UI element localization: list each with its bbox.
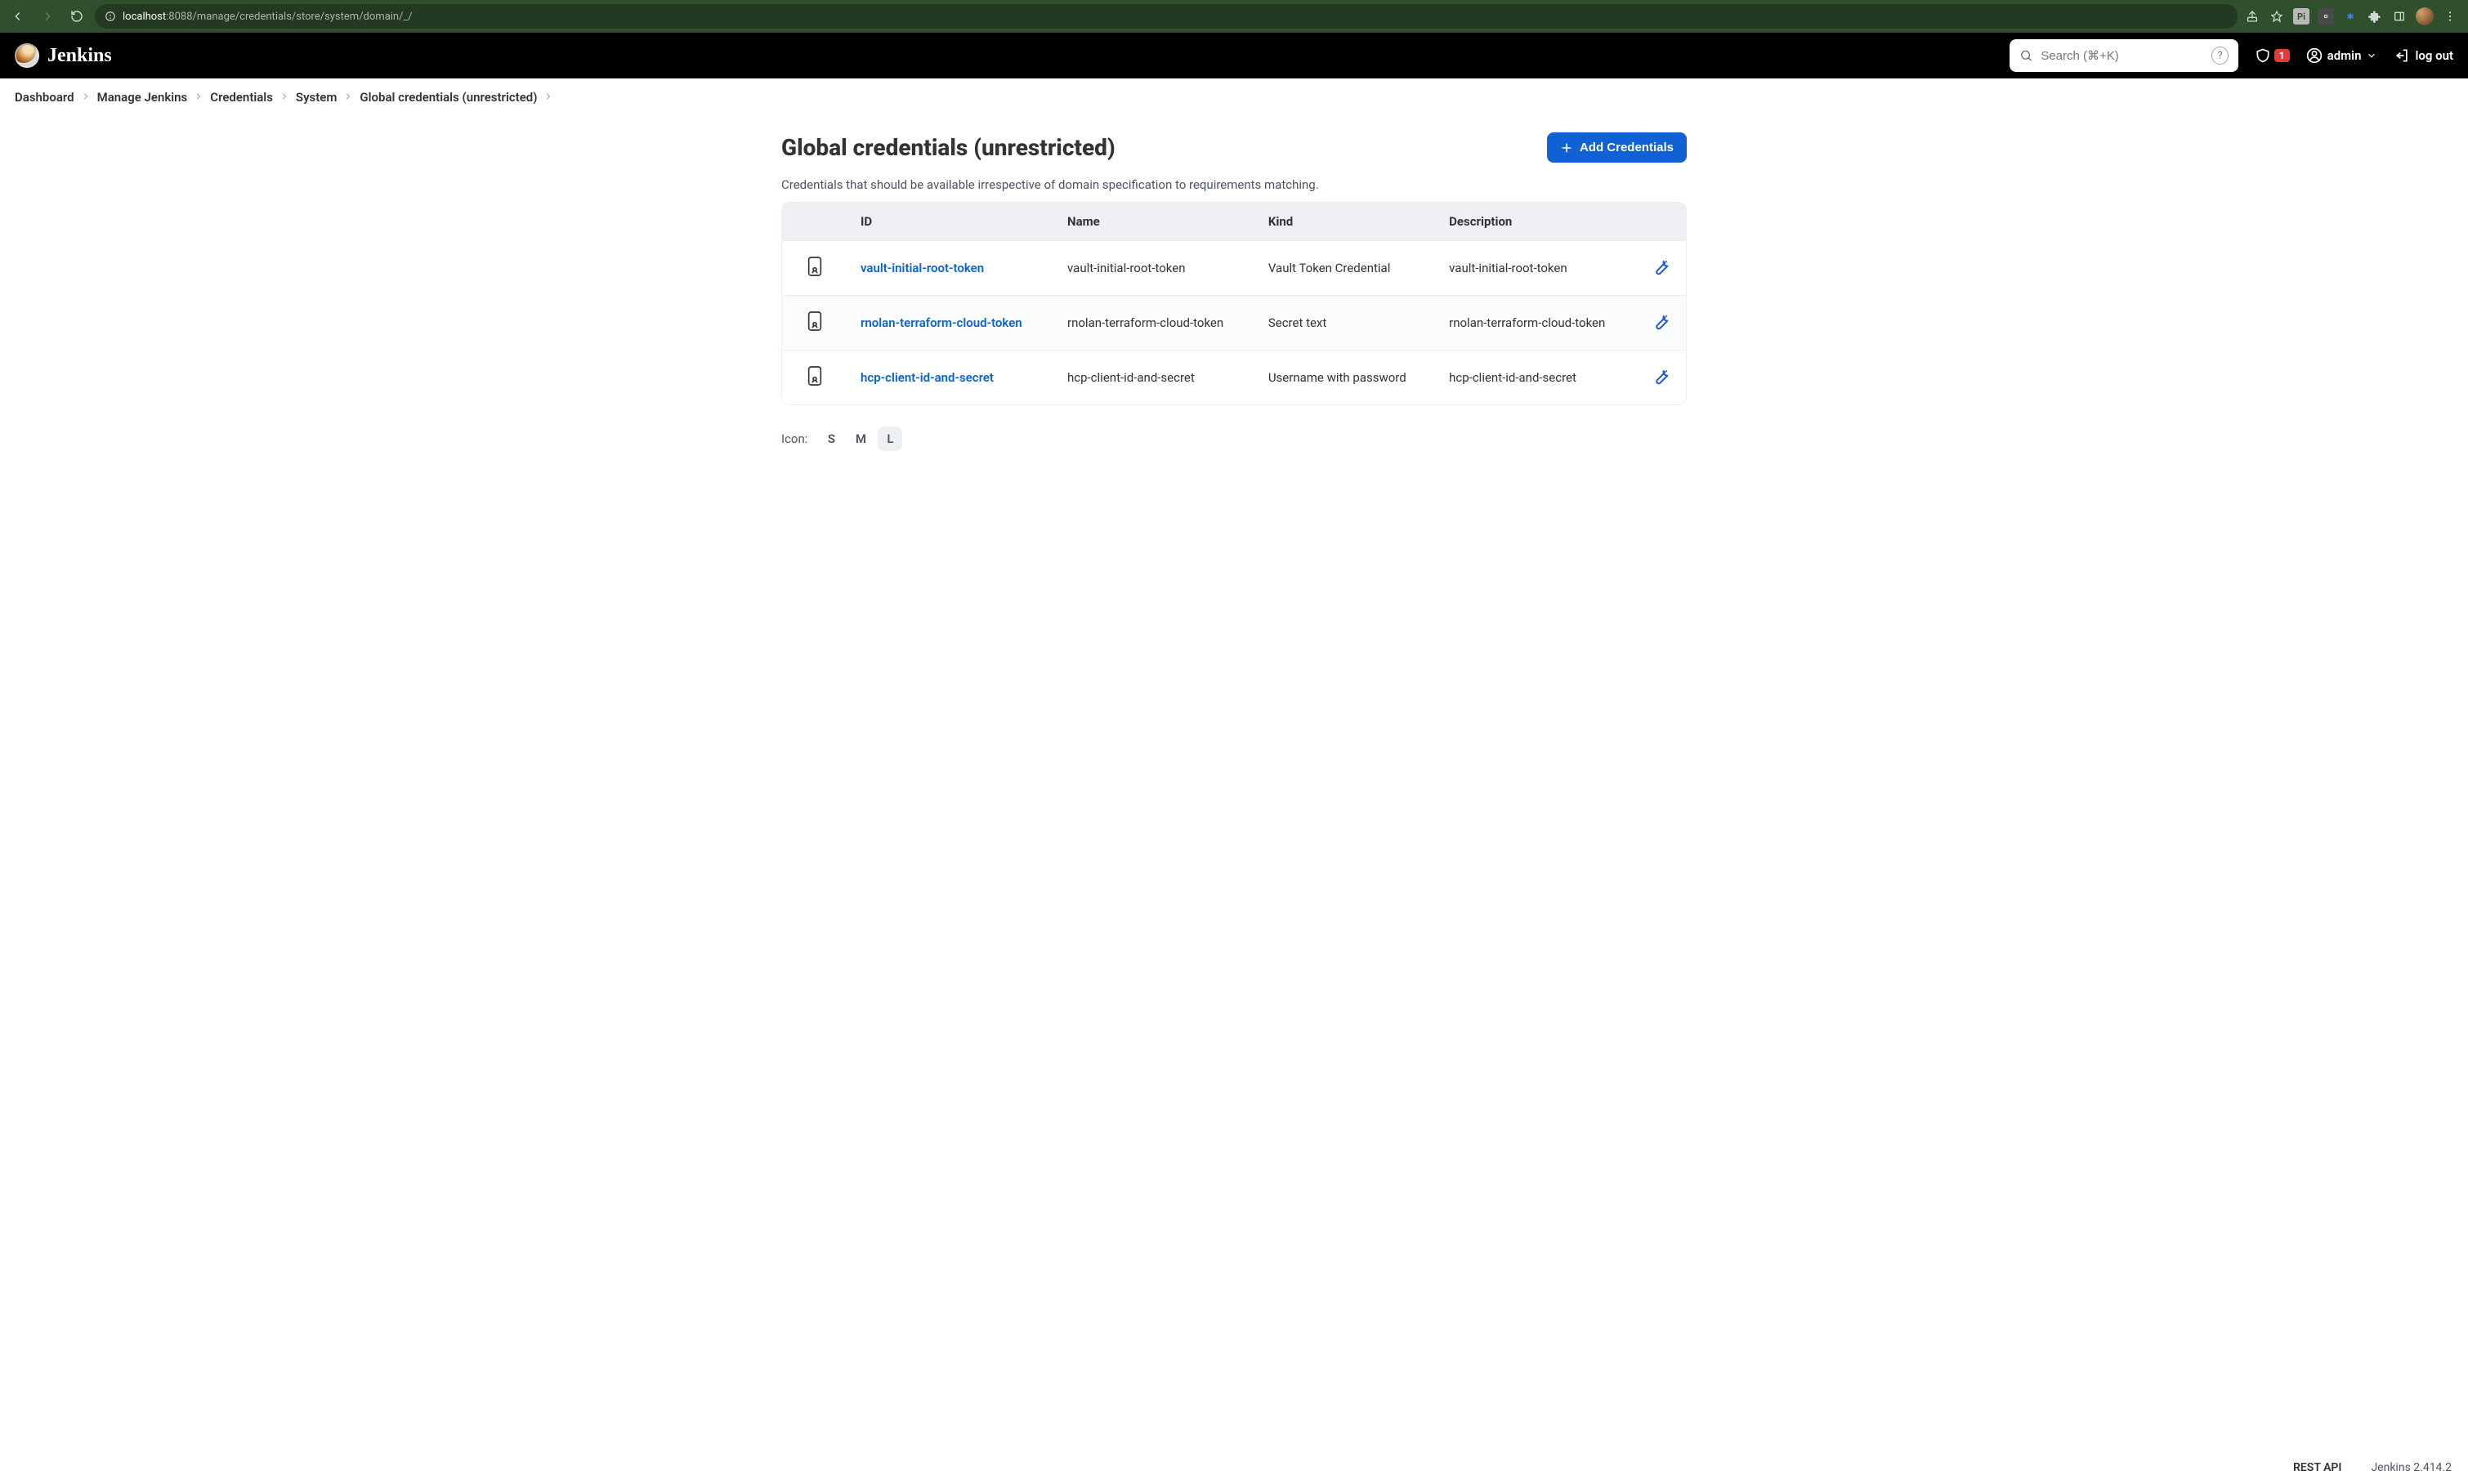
chevron-right-icon	[543, 90, 553, 105]
breadcrumb-item[interactable]: Manage Jenkins	[97, 90, 188, 105]
row-kind: Username with password	[1255, 350, 1436, 405]
alert-count-badge: 1	[2274, 49, 2290, 62]
breadcrumb-item[interactable]: System	[296, 90, 337, 105]
page-description: Credentials that should be available irr…	[781, 177, 1687, 192]
browser-address-bar[interactable]: localhost:8088/manage/credentials/store/…	[95, 4, 2238, 29]
chevron-down-icon	[2366, 50, 2377, 61]
jenkins-mark-icon	[15, 43, 39, 68]
extension-icon[interactable]	[2318, 8, 2334, 25]
page-title: Global credentials (unrestricted)	[781, 134, 1116, 161]
breadcrumb: Dashboard Manage Jenkins Credentials System…	[0, 78, 2468, 116]
logout-label: log out	[2415, 48, 2453, 63]
browser-forward-button[interactable]	[36, 5, 59, 28]
col-id[interactable]: ID	[847, 203, 1054, 240]
logout-button[interactable]: log out	[2394, 47, 2453, 64]
chevron-right-icon	[279, 90, 289, 105]
extension-icon[interactable]: Pi	[2293, 8, 2309, 25]
user-menu[interactable]: admin	[2306, 47, 2378, 64]
row-configure[interactable]	[1637, 295, 1686, 350]
col-icon[interactable]	[782, 203, 847, 240]
search-icon	[2019, 48, 2033, 63]
col-kind[interactable]: Kind	[1255, 203, 1436, 240]
brand-name: Jenkins	[47, 45, 112, 67]
bookmark-star-icon[interactable]	[2269, 8, 2285, 25]
panel-icon[interactable]	[2391, 8, 2408, 25]
chevron-right-icon	[343, 90, 353, 105]
browser-menu-icon[interactable]	[2442, 8, 2458, 25]
credential-icon	[806, 365, 824, 387]
icon-size-option[interactable]: L	[878, 427, 902, 451]
row-configure[interactable]	[1637, 350, 1686, 405]
wrench-icon	[1652, 257, 1671, 276]
row-description: vault-initial-root-token	[1436, 240, 1637, 295]
row-kind: Secret text	[1255, 295, 1436, 350]
table-row: rnolan-terraform-cloud-tokenrnolan-terra…	[782, 295, 1686, 350]
search-input[interactable]	[2041, 49, 2203, 63]
credential-icon	[806, 311, 824, 332]
browser-reload-button[interactable]	[65, 5, 88, 28]
col-description[interactable]: Description	[1436, 203, 1637, 240]
row-id[interactable]: hcp-client-id-and-secret	[847, 350, 1054, 405]
plus-icon	[1560, 141, 1573, 154]
browser-toolbar-right: Pi ✱	[2244, 7, 2461, 25]
row-id[interactable]: rnolan-terraform-cloud-token	[847, 295, 1054, 350]
wrench-icon	[1652, 366, 1671, 386]
table-row: vault-initial-root-tokenvault-initial-ro…	[782, 240, 1686, 295]
row-icon-cell	[782, 295, 847, 350]
app-header: Jenkins ? 1 admin log out	[0, 33, 2468, 78]
wrench-icon	[1652, 311, 1671, 331]
icon-size-label: Icon:	[781, 431, 807, 446]
search-help-icon[interactable]: ?	[2211, 47, 2228, 65]
url-text: localhost:8088/manage/credentials/store/…	[123, 11, 413, 23]
extension-icon[interactable]: ✱	[2342, 8, 2358, 25]
jenkins-logo[interactable]: Jenkins	[15, 43, 112, 68]
breadcrumb-item[interactable]: Dashboard	[15, 90, 74, 105]
breadcrumb-item[interactable]: Global credentials (unrestricted)	[360, 90, 537, 105]
rest-api-link[interactable]: REST API	[2293, 1461, 2341, 1474]
chevron-right-icon	[194, 90, 203, 105]
jenkins-version: Jenkins 2.414.2	[2371, 1461, 2452, 1474]
shield-icon	[2255, 47, 2271, 64]
icon-size-option[interactable]: M	[848, 427, 873, 451]
browser-back-button[interactable]	[7, 5, 29, 28]
main-content: Global credentials (unrestricted) Add Cr…	[768, 132, 1700, 451]
search-box[interactable]: ?	[2010, 39, 2238, 72]
breadcrumb-item[interactable]: Credentials	[210, 90, 273, 105]
browser-chrome: localhost:8088/manage/credentials/store/…	[0, 0, 2468, 33]
footer: REST API Jenkins 2.414.2	[0, 1451, 2468, 1484]
col-actions	[1637, 203, 1686, 240]
row-icon-cell	[782, 350, 847, 405]
user-icon	[2306, 47, 2323, 64]
profile-avatar[interactable]	[2416, 7, 2434, 25]
col-name[interactable]: Name	[1054, 203, 1255, 240]
icon-size-option[interactable]: S	[819, 427, 843, 451]
row-description: hcp-client-id-and-secret	[1436, 350, 1637, 405]
add-credentials-button[interactable]: Add Credentials	[1547, 132, 1687, 163]
row-configure[interactable]	[1637, 240, 1686, 295]
share-icon[interactable]	[2244, 8, 2260, 25]
add-credentials-label: Add Credentials	[1580, 141, 1674, 154]
row-name: vault-initial-root-token	[1054, 240, 1255, 295]
chevron-right-icon	[81, 90, 91, 105]
row-name: hcp-client-id-and-secret	[1054, 350, 1255, 405]
credential-icon	[806, 256, 824, 277]
extensions-menu-icon[interactable]	[2367, 8, 2383, 25]
row-description: rnolan-terraform-cloud-token	[1436, 295, 1637, 350]
row-name: rnolan-terraform-cloud-token	[1054, 295, 1255, 350]
logout-icon	[2394, 47, 2410, 64]
credentials-table: ID Name Kind Description vault-initial-r…	[781, 202, 1687, 405]
username: admin	[2327, 48, 2362, 63]
row-id[interactable]: vault-initial-root-token	[847, 240, 1054, 295]
row-kind: Vault Token Credential	[1255, 240, 1436, 295]
row-icon-cell	[782, 240, 847, 295]
icon-size-picker: Icon: SML	[781, 427, 1687, 451]
security-alerts[interactable]: 1	[2255, 47, 2290, 64]
table-row: hcp-client-id-and-secrethcp-client-id-an…	[782, 350, 1686, 405]
